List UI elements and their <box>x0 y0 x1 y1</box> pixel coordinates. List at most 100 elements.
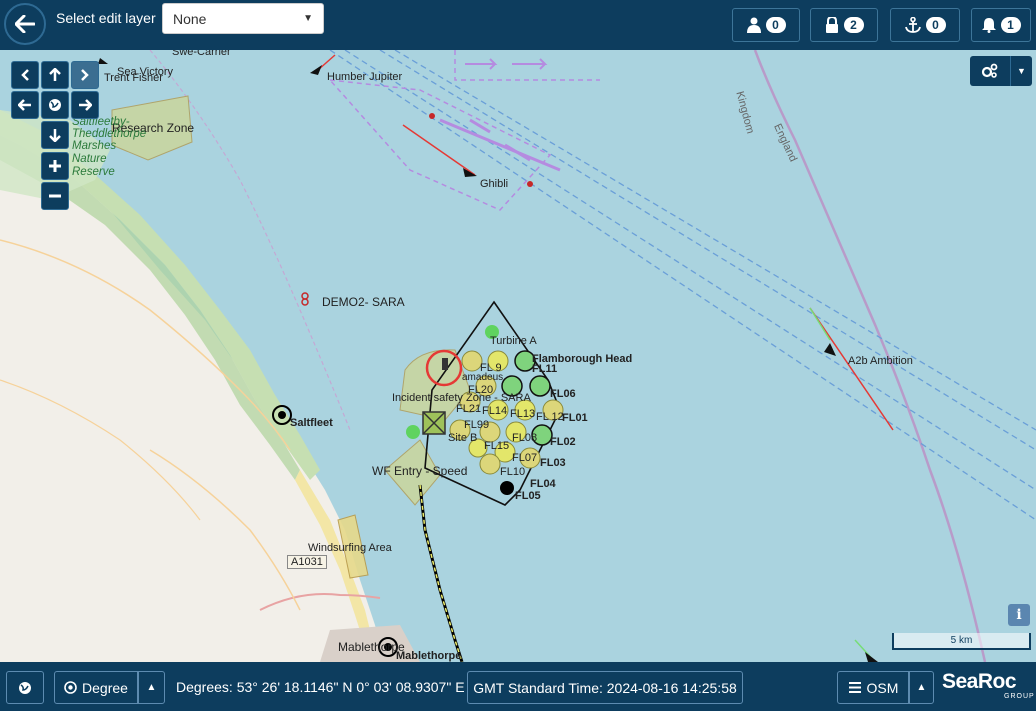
alerts-counter-button[interactable]: 1 <box>971 8 1031 42</box>
vessel-label-amadeus[interactable]: amadeus <box>462 372 503 383</box>
turbine-label[interactable]: FL03 <box>540 457 566 469</box>
turbine-label[interactable]: FL01 <box>562 412 588 424</box>
anchor-counter-button[interactable]: 0 <box>890 8 960 42</box>
map-settings-dropdown[interactable]: ▼ <box>1010 56 1032 86</box>
turbine-label[interactable]: FL99 <box>464 419 489 431</box>
basemap-selector-button[interactable]: OSM <box>837 671 909 704</box>
coordinates-readout: Degrees: 53° 26' 18.1146" N 0° 03' 08.93… <box>176 679 465 695</box>
lock-count-badge: 2 <box>843 17 864 33</box>
turbine-label[interactable]: FL11 <box>532 363 557 375</box>
plus-icon <box>49 160 61 172</box>
globe-icon <box>19 681 31 694</box>
vessel-label-a2b[interactable]: A2b Ambition <box>848 355 913 367</box>
vessel-label-swe-carrier[interactable]: Swe-Carrier <box>172 50 231 58</box>
edit-layer-label: Select edit layer <box>56 10 156 26</box>
vessel-label-trent-fisher[interactable]: Trent Fisher <box>104 72 163 84</box>
turbine-label[interactable]: FL 12 <box>536 411 564 423</box>
caret-down-icon: ▼ <box>1017 66 1026 76</box>
app-root: Select edit layer None ▼ 0 2 0 1 Swe-Car… <box>0 0 1036 711</box>
chevron-right-icon <box>81 69 89 81</box>
anchor-icon <box>904 17 921 33</box>
turbine-label[interactable]: FL02 <box>550 436 576 448</box>
reserve-label-5: Reserve <box>72 166 115 178</box>
arrow-up-icon <box>49 68 61 81</box>
turbine-label[interactable]: FL15 <box>484 440 509 452</box>
zone-label-wf-entry[interactable]: WF Entry - Speed <box>372 464 467 478</box>
pan-right-up-button[interactable] <box>71 61 99 89</box>
chevron-left-icon <box>21 69 29 81</box>
people-counter-button[interactable]: 0 <box>732 8 800 42</box>
reserve-label-3: Marshes <box>72 140 117 152</box>
turbine-label-a[interactable]: Turbine A <box>490 335 537 347</box>
site-label-mablethorpe[interactable]: Mablethorpe <box>396 650 461 662</box>
layers-icon <box>848 682 861 693</box>
turbine-label[interactable]: FL08 <box>512 432 537 444</box>
turbine-label[interactable]: FL13 <box>510 408 535 420</box>
zoom-out-button[interactable] <box>41 182 69 210</box>
map-view[interactable]: Swe-Carrier Sea Victory Trent Fisher Hum… <box>0 50 1036 662</box>
globe-button[interactable] <box>6 671 44 704</box>
pan-left-up-button[interactable] <box>11 61 39 89</box>
turbine-label[interactable]: FL07 <box>512 452 537 464</box>
turbine-label[interactable]: FL10 <box>500 466 525 478</box>
arrow-down-icon <box>49 129 61 142</box>
turbine-label[interactable]: FL06 <box>550 388 576 400</box>
edit-layer-value: None <box>173 10 207 27</box>
arrow-left-icon <box>18 99 31 111</box>
time-display: GMT Standard Time: 2024-08-16 14:25:58 <box>467 671 743 704</box>
map-settings-button[interactable] <box>970 56 1010 86</box>
caret-up-icon: ▲ <box>146 682 157 693</box>
minus-icon <box>49 194 61 198</box>
person-icon <box>746 17 761 33</box>
turbine-label[interactable]: FL05 <box>515 490 541 502</box>
pan-right-button[interactable] <box>71 91 99 119</box>
basemap-label: OSM <box>866 679 899 696</box>
lock-icon <box>825 17 838 33</box>
unit-label: Degree <box>82 679 128 696</box>
vessel-label-ghibli[interactable]: Ghibli <box>480 178 508 190</box>
town-label-mablethorpe: Mablethorpe <box>338 640 405 654</box>
scale-bar: 5 km <box>892 633 1031 650</box>
pan-down-button[interactable] <box>41 121 69 149</box>
info-button[interactable]: i <box>1008 604 1030 626</box>
turbine-label[interactable]: FL04 <box>530 478 556 490</box>
globe-icon <box>49 99 61 111</box>
time-readout: GMT Standard Time: 2024-08-16 14:25:58 <box>473 679 737 696</box>
basemap-dropdown-toggle[interactable]: ▲ <box>909 671 934 704</box>
arrow-right-icon <box>79 99 92 111</box>
edit-layer-select[interactable]: None ▼ <box>162 3 324 34</box>
lock-counter-button[interactable]: 2 <box>810 8 878 42</box>
people-count-badge: 0 <box>765 17 786 33</box>
top-bar: Select edit layer None ▼ 0 2 0 1 <box>0 0 1036 50</box>
reset-view-button[interactable] <box>41 91 69 119</box>
unit-selector-button[interactable]: Degree <box>54 671 138 704</box>
brand-logo: SeaRoc <box>942 670 1017 693</box>
reserve-label-2: Theddlethorpe <box>72 128 147 140</box>
gears-icon <box>981 63 998 78</box>
turbine-label[interactable]: FL14 <box>482 405 507 417</box>
bottom-bar: Degree ▲ Degrees: 53° 26' 18.1146" N 0° … <box>0 662 1036 711</box>
reserve-label-4: Nature <box>72 153 107 165</box>
asset-label-demo2[interactable]: DEMO2- SARA <box>322 295 405 309</box>
unit-dropdown-toggle[interactable]: ▲ <box>138 671 165 704</box>
zone-label-windsurfing[interactable]: Windsurfing Area <box>308 542 392 554</box>
site-label-saltfleet[interactable]: Saltfleet <box>290 417 333 429</box>
turbine-label[interactable]: FL20 <box>468 384 493 396</box>
pan-up-button[interactable] <box>41 61 69 89</box>
vessel-label-humber-jupiter[interactable]: Humber Jupiter <box>327 71 402 83</box>
scale-label: 5 km <box>950 635 973 646</box>
site-label-b[interactable]: Site B <box>448 432 477 444</box>
target-circle-icon <box>64 681 77 694</box>
caret-up-icon: ▲ <box>916 682 927 693</box>
bell-icon <box>981 18 996 33</box>
arrow-left-icon <box>15 15 35 33</box>
pan-left-button[interactable] <box>11 91 39 119</box>
brand-sub-label: GROUP <box>1004 693 1035 700</box>
zoom-in-button[interactable] <box>41 152 69 180</box>
turbine-label[interactable]: FL21 <box>456 403 481 415</box>
road-label-a1031: A1031 <box>287 555 327 569</box>
anchor-count-badge: 0 <box>925 17 946 33</box>
alerts-count-badge: 1 <box>1000 17 1021 33</box>
dropdown-caret-icon: ▼ <box>303 13 313 24</box>
back-button[interactable] <box>4 3 46 45</box>
